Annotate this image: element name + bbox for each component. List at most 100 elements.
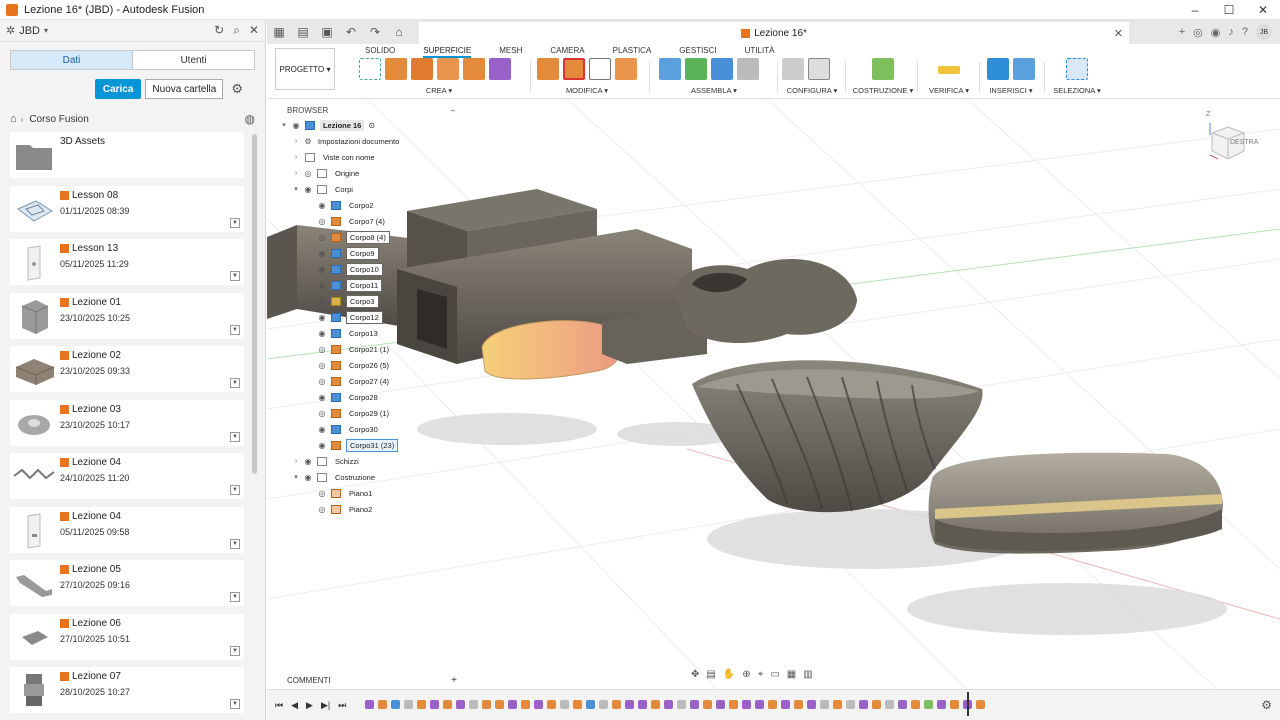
look-at-icon[interactable]: ▤ <box>706 669 715 680</box>
plus-icon[interactable]: + <box>1179 26 1185 38</box>
browser-root[interactable]: ▾ ◉ Lezione 16 ⊙ <box>271 117 461 133</box>
go-to-end-icon[interactable]: ⏭ <box>338 700 346 711</box>
browser-item[interactable]: › ◉ Schizzi <box>271 453 461 469</box>
go-to-start-icon[interactable]: ⏮ <box>275 700 283 711</box>
avatar[interactable]: JB <box>1256 24 1272 40</box>
refresh-icon[interactable]: ↻ <box>214 23 224 38</box>
list-item[interactable]: Lezione 06 27/10/2025 10:51 ▼ <box>10 613 244 660</box>
tab-superficie[interactable]: SUPERFICIE <box>423 46 472 58</box>
canvas-viewport[interactable]: BROWSER – ▾ ◉ Lezione 16 ⊙ › ⚙ Impostazioni… <box>267 99 1280 689</box>
browser-plane[interactable]: ◎ Piano1 <box>271 485 461 501</box>
close-window-button[interactable]: ✕ <box>1246 0 1280 20</box>
viewports-icon[interactable]: ▥ <box>803 669 812 680</box>
browser-body[interactable]: ◎ Corpo26 (5) <box>271 357 461 373</box>
minimize-icon[interactable]: – <box>451 106 455 115</box>
extensions-icon[interactable]: ◎ <box>1193 26 1203 39</box>
browser-body[interactable]: ◉ Corpo2 <box>271 197 461 213</box>
browser-body-selected[interactable]: ◉ Corpo31 (23) <box>271 437 461 453</box>
browser-body[interactable]: ◉ Corpo3 <box>271 293 461 309</box>
timeline-settings-icon[interactable]: ⚙ <box>1261 698 1272 712</box>
chevron-down-icon[interactable]: ▼ <box>230 592 240 602</box>
tab-camera[interactable]: CAMERA <box>550 46 584 58</box>
chevron-down-icon[interactable]: ▼ <box>230 217 240 228</box>
activate-radio-icon[interactable]: ⊙ <box>368 121 375 130</box>
chevron-down-icon[interactable]: ▼ <box>230 271 240 281</box>
orbit-icon[interactable]: ✥ <box>691 669 699 680</box>
step-back-icon[interactable]: ◀ <box>291 700 298 711</box>
jobs-icon[interactable]: ◉ <box>1211 26 1221 39</box>
tab-plastica[interactable]: PLASTICA <box>613 46 652 58</box>
gear-icon[interactable]: ⚙ <box>231 81 243 97</box>
group-assembla[interactable]: ASSEMBLA ▾ <box>659 58 769 98</box>
browser-plane[interactable]: ◎ Piano2 <box>271 501 461 517</box>
browser-body[interactable]: ◉ Corpo10 <box>271 261 461 277</box>
help-icon[interactable]: ? <box>1242 26 1248 38</box>
file-menu-icon[interactable]: ▤ <box>291 25 315 39</box>
group-configura[interactable]: CONFIGURA ▾ <box>782 58 842 98</box>
bell-icon[interactable]: ♪ <box>1228 26 1234 38</box>
browser-body[interactable]: ◎ Corpo29 (1) <box>271 405 461 421</box>
home-icon[interactable]: ⌂ <box>10 113 17 125</box>
redo-icon[interactable]: ↷ <box>363 25 387 39</box>
browser-item[interactable]: › ◎ Origine <box>271 165 461 181</box>
file-list-scrollbar[interactable] <box>252 134 257 474</box>
list-item[interactable]: Lezione 05 27/10/2025 09:16 ▼ <box>10 560 244 606</box>
chevron-down-icon[interactable]: ▼ <box>230 699 240 709</box>
chevron-down-icon[interactable]: ▼ <box>230 378 240 388</box>
chevron-down-icon[interactable]: ▼ <box>230 645 240 656</box>
browser-body[interactable]: ◉ Corpo9 <box>271 245 461 261</box>
group-crea[interactable]: CREA ▾ <box>359 58 519 98</box>
browser-item[interactable]: ▾ ◉ Costruzione <box>271 469 461 485</box>
chevron-down-icon[interactable]: ▾ <box>44 26 48 35</box>
home-icon[interactable]: ⌂ <box>387 25 411 39</box>
new-folder-button[interactable]: Nuova cartella <box>145 79 224 99</box>
timeline-marker[interactable] <box>967 692 969 716</box>
close-panel-icon[interactable]: ✕ <box>249 23 259 38</box>
zoom-icon[interactable]: ⊕ <box>742 669 750 680</box>
team-selector[interactable]: JBD <box>19 25 40 37</box>
fit-icon[interactable]: ⌖ <box>758 669 764 680</box>
chevron-down-icon[interactable]: ▼ <box>230 485 240 495</box>
step-forward-icon[interactable]: ▶| <box>321 700 330 711</box>
browser-body[interactable]: ◎ Corpo27 (4) <box>271 373 461 389</box>
list-item[interactable]: Lezione 04 24/10/2025 11:20 ▼ <box>10 453 244 499</box>
chevron-down-icon[interactable]: ▼ <box>230 538 240 549</box>
tab-mesh[interactable]: MESH <box>499 46 522 58</box>
tab-document[interactable]: Lezione 16* ✕ <box>419 22 1129 44</box>
browser-body[interactable]: ◉ Corpo13 <box>271 325 461 341</box>
tab-dati[interactable]: Dati <box>11 51 133 69</box>
maximize-button[interactable]: ☐ <box>1212 0 1246 20</box>
grid-icon[interactable]: ▦ <box>267 25 291 39</box>
group-verifica[interactable]: VERIFICA ▾ <box>927 58 971 98</box>
browser-body[interactable]: ◎ Corpo7 (4) <box>271 213 461 229</box>
list-item[interactable]: Lezione 04 05/11/2025 09:58 ▼ <box>10 506 244 553</box>
browser-body[interactable]: ◉ Corpo28 <box>271 389 461 405</box>
display-settings-icon[interactable]: ▭ <box>770 669 779 680</box>
tab-solido[interactable]: SOLIDO <box>365 46 395 58</box>
browser-body[interactable]: ◉ Corpo12 <box>271 309 461 325</box>
tab-gestisci[interactable]: GESTISCI <box>679 46 716 58</box>
browser-body[interactable]: ◉ Corpo11 <box>271 277 461 293</box>
list-item[interactable]: Lezione 01 23/10/2025 10:25 ▼ <box>10 292 244 339</box>
browser-item[interactable]: › ⚙ Impostazioni documento <box>271 133 461 149</box>
browser-body[interactable]: ◎ Corpo8 (4) <box>271 229 461 245</box>
browser-item[interactable]: ▾ ◉ Corpi <box>271 181 461 197</box>
folder-item[interactable]: 3D Assets <box>10 132 244 178</box>
grid-settings-icon[interactable]: ▦ <box>787 669 796 680</box>
workspace-switcher[interactable]: PROGETTO ▾ <box>275 48 335 90</box>
group-inserisci[interactable]: INSERISCI ▾ <box>987 58 1035 98</box>
undo-icon[interactable]: ↶ <box>339 25 363 39</box>
chevron-down-icon[interactable]: ▼ <box>230 431 240 442</box>
breadcrumb-project[interactable]: Corso Fusion <box>29 114 88 125</box>
upload-button[interactable]: Carica <box>94 79 142 99</box>
add-comment-icon[interactable]: + <box>451 675 457 686</box>
timeline-features[interactable] <box>365 700 985 709</box>
list-item[interactable]: Lezione 07 28/10/2025 10:27 ▼ <box>10 667 244 713</box>
list-item[interactable]: Lezione 02 23/10/2025 09:33 ▼ <box>10 346 244 392</box>
chevron-down-icon[interactable]: ▼ <box>230 324 240 335</box>
search-icon[interactable]: ⌕ <box>233 23 240 38</box>
group-seleziona[interactable]: SELEZIONA ▾ <box>1052 58 1102 98</box>
browser-body[interactable]: ◉ Corpo30 <box>271 421 461 437</box>
tab-utenti[interactable]: Utenti <box>133 51 254 69</box>
browser-body[interactable]: ◎ Corpo21 (1) <box>271 341 461 357</box>
